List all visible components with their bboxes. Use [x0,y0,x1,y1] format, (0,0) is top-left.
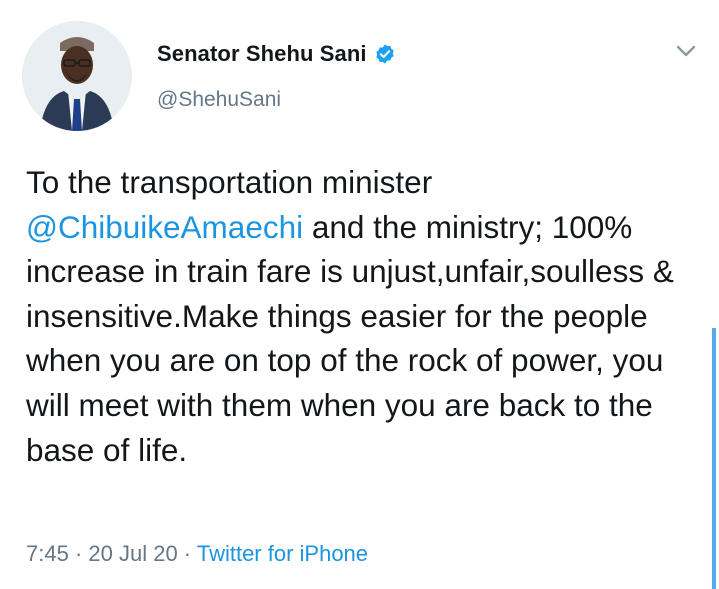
author-handle[interactable]: @ShehuSani [157,88,281,112]
author-name-row[interactable]: Senator Shehu Sani [157,38,396,70]
avatar-image [22,21,132,131]
tweet-text: To the transportation minister @Chibuike… [26,160,706,472]
verified-badge-icon [374,43,396,65]
tweet-card: Senator Shehu Sani @ShehuSani To the tra… [0,0,719,589]
meta-separator: · [68,541,89,566]
scrollbar[interactable] [712,328,716,589]
tweet-text-body: and the ministry; 100% increase in train… [26,208,683,468]
tweet-source-link[interactable]: Twitter for iPhone [197,541,368,566]
tweet-time[interactable]: 7:45 [26,541,69,566]
meta-separator: · [177,541,197,566]
tweet-date[interactable]: 20 Jul 20 [88,541,177,566]
tweet-text-intro: To the transportation minister [26,164,433,200]
tweet-metadata: 7:45 · 20 Jul 20 · Twitter for iPhone [26,541,368,567]
author-display-name[interactable]: Senator Shehu Sani [157,41,367,67]
mention-link[interactable]: @ChibuikeAmaechi [26,209,303,245]
avatar[interactable] [22,21,132,131]
chevron-down-icon[interactable] [672,40,700,62]
